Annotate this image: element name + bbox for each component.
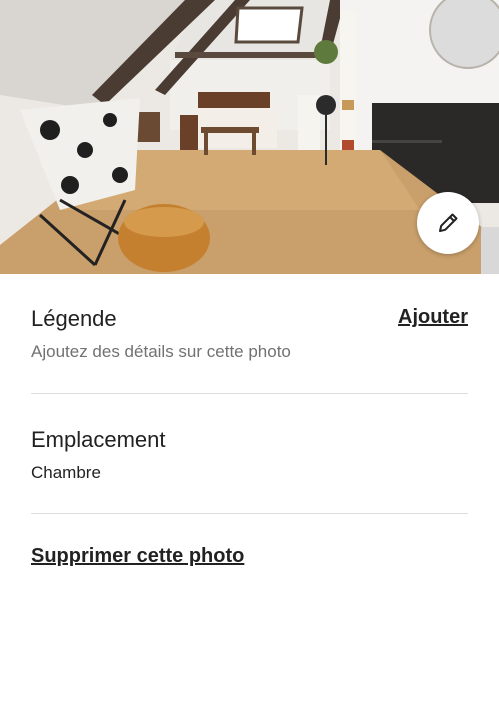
- delete-photo-link[interactable]: Supprimer cette photo: [31, 545, 244, 567]
- pencil-icon: [439, 213, 458, 232]
- divider: [31, 393, 468, 394]
- add-caption-link[interactable]: Ajouter: [398, 306, 468, 329]
- location-value: Chambre: [31, 463, 101, 482]
- divider: [31, 513, 468, 514]
- location-section[interactable]: Emplacement Chambre: [31, 427, 468, 483]
- edit-photo-button[interactable]: [417, 192, 479, 254]
- delete-section: Supprimer cette photo: [31, 545, 468, 568]
- caption-section: Légende Ajouter Ajoutez des détails sur …: [31, 306, 468, 362]
- caption-placeholder: Ajoutez des détails sur cette photo: [31, 342, 291, 361]
- location-title: Emplacement: [31, 427, 166, 452]
